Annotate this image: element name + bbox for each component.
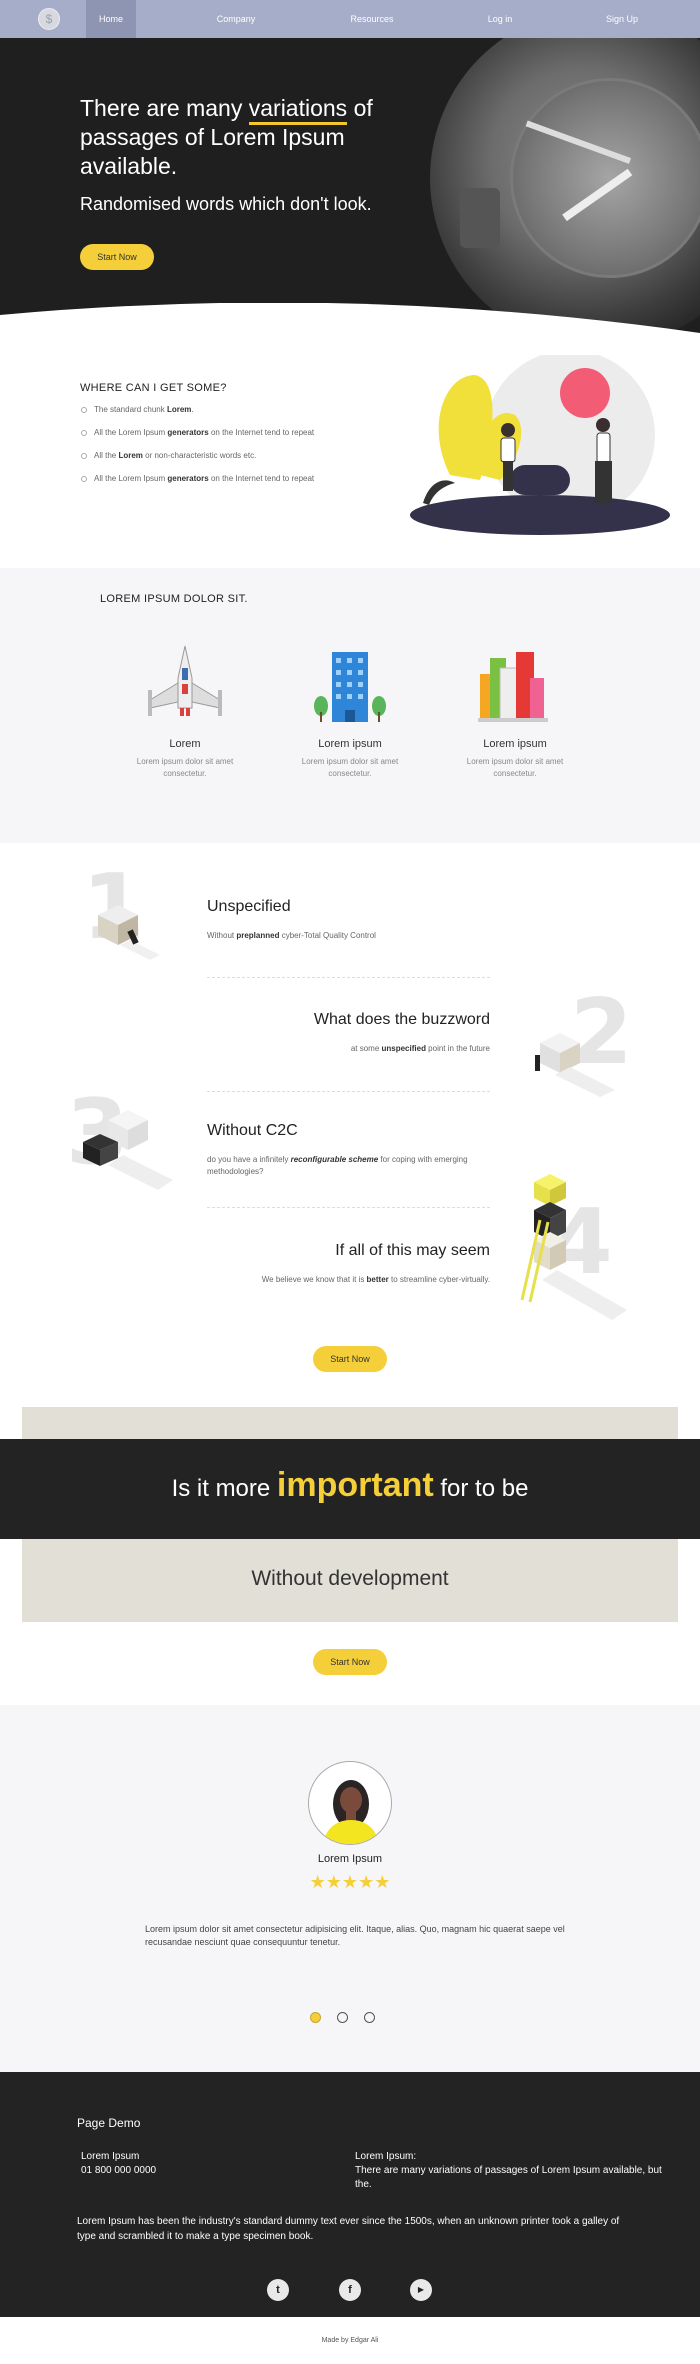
divider bbox=[207, 1091, 490, 1092]
footer-info: Lorem Ipsum: There are many variations o… bbox=[355, 2151, 662, 2190]
step-desc: Without preplanned cyber-Total Quality C… bbox=[207, 931, 376, 940]
footer: Page Demo Lorem Ipsum 01 800 000 0000 Lo… bbox=[0, 2072, 700, 2317]
features-heading: LOREM IPSUM DOLOR SIT. bbox=[100, 593, 248, 605]
banner-dark: Is it more important for to be bbox=[0, 1439, 700, 1539]
steps-start-button[interactable]: Start Now bbox=[313, 1346, 387, 1372]
feature-card: Lorem ipsum Lorem ipsum dolor sit amet c… bbox=[450, 638, 580, 780]
nav-login[interactable]: Log in bbox=[470, 0, 530, 38]
hero-title-highlight: variations bbox=[248, 95, 348, 125]
list-item: All the Lorem Ipsum generators on the In… bbox=[80, 428, 314, 451]
box-push-illustration bbox=[98, 905, 160, 960]
step-desc: We believe we know that it is better to … bbox=[261, 1275, 490, 1284]
testimonial-section: Lorem Ipsum ★★★★★ Lorem ipsum dolor sit … bbox=[0, 1705, 700, 2072]
step-title: What does the buzzword bbox=[313, 1011, 490, 1028]
banner-light: Without development bbox=[22, 1539, 678, 1622]
reviewer-name: Lorem Ipsum bbox=[317, 1853, 383, 1865]
step-desc: at some unspecified point in the future bbox=[350, 1044, 490, 1053]
carousel-dot-3[interactable] bbox=[364, 2012, 375, 2023]
facebook-icon[interactable]: f bbox=[339, 2279, 361, 2301]
nav-resources[interactable]: Resources bbox=[342, 0, 402, 38]
nav-home[interactable]: Home bbox=[86, 0, 136, 38]
step-3: Without C2C do you have a infinitely rec… bbox=[207, 1122, 497, 1178]
list-item: The standard chunk Lorem. bbox=[80, 405, 314, 428]
ladder-illustration bbox=[520, 1174, 627, 1320]
step-1: Unspecified Without preplanned cyber-Tot… bbox=[207, 898, 376, 942]
step-desc: do you have a infinitely reconfigurable … bbox=[207, 1155, 468, 1176]
step-title: If all of this may seem bbox=[335, 1242, 490, 1259]
building-icon bbox=[314, 652, 386, 722]
carousel-dot-1[interactable] bbox=[310, 2012, 321, 2023]
hero-curve bbox=[0, 303, 700, 343]
nav-signup[interactable]: Sign Up bbox=[592, 0, 652, 38]
city-icon bbox=[478, 652, 548, 722]
footer-contact: Lorem Ipsum 01 800 000 0000 bbox=[81, 2151, 157, 2176]
step-title: Without C2C bbox=[207, 1122, 298, 1139]
step-title: Unspecified bbox=[207, 898, 291, 915]
hero-title: There are many variations of passages of… bbox=[80, 95, 373, 179]
banner-subtitle: Without development bbox=[251, 1567, 449, 1590]
person-avatar-icon bbox=[323, 1780, 379, 1844]
spaceship-icon bbox=[148, 645, 222, 716]
carousel-dots bbox=[310, 2012, 375, 2023]
where-heading: WHERE CAN I GET SOME? bbox=[80, 382, 227, 394]
avatar bbox=[308, 1761, 392, 1845]
list-item: All the Lorem or non-characteristic word… bbox=[80, 451, 314, 474]
carousel-dot-2[interactable] bbox=[337, 2012, 348, 2023]
feature-card: Lorem ipsum Lorem ipsum dolor sit amet c… bbox=[285, 638, 415, 780]
feature-title: Lorem ipsum bbox=[483, 738, 547, 750]
people-illustration bbox=[410, 355, 670, 535]
box-lift-illustration bbox=[83, 1110, 173, 1190]
footer-title: Page Demo bbox=[77, 2116, 141, 2130]
watch-dial bbox=[510, 78, 700, 278]
star-rating-icon: ★★★★★ bbox=[309, 1872, 391, 1892]
banner-title: Is it more important for to be bbox=[171, 1466, 529, 1504]
feature-title: Lorem bbox=[169, 738, 201, 750]
twitter-icon[interactable]: t bbox=[267, 2279, 289, 2301]
box-stand-illustration bbox=[535, 1033, 615, 1097]
step-4: If all of this may seem We believe we kn… bbox=[207, 1242, 490, 1286]
made-by: Made by Edgar Ali bbox=[0, 2317, 700, 2364]
divider bbox=[207, 977, 490, 978]
feature-card: Lorem Lorem ipsum dolor sit amet consect… bbox=[120, 638, 250, 780]
banner-highlight: important bbox=[276, 1466, 434, 1504]
hero-section: There are many variations of passages of… bbox=[0, 38, 700, 343]
hero-start-button[interactable]: Start Now bbox=[80, 244, 154, 270]
list-item: All the Lorem Ipsum generators on the In… bbox=[80, 474, 314, 497]
features-section: LOREM IPSUM DOLOR SIT. Lorem Lorem ipsum… bbox=[0, 568, 700, 843]
step-2: What does the buzzword at some unspecifi… bbox=[207, 1011, 490, 1055]
banner-top-strip bbox=[22, 1407, 678, 1439]
nav-company[interactable]: Company bbox=[206, 0, 266, 38]
hero-subtitle: Randomised words which don't look. bbox=[80, 194, 372, 214]
testimonial-quote: Lorem ipsum dolor sit amet consectetur a… bbox=[145, 1924, 565, 1947]
divider bbox=[207, 1207, 490, 1208]
feature-desc: Lorem ipsum dolor sit amet consectetur. bbox=[466, 757, 564, 778]
footer-paragraph: Lorem Ipsum has been the industry's stan… bbox=[77, 2216, 620, 2242]
feature-desc: Lorem ipsum dolor sit amet consectetur. bbox=[136, 757, 234, 778]
where-list: The standard chunk Lorem. All the Lorem … bbox=[80, 405, 314, 497]
youtube-icon[interactable]: ▶ bbox=[410, 2279, 432, 2301]
banner-start-button[interactable]: Start Now bbox=[313, 1649, 387, 1675]
feature-title: Lorem ipsum bbox=[318, 738, 382, 750]
top-nav: $ Home Company Resources Log in Sign Up bbox=[0, 0, 700, 38]
feature-desc: Lorem ipsum dolor sit amet consectetur. bbox=[301, 757, 399, 778]
logo-icon[interactable]: $ bbox=[38, 8, 60, 30]
watch-crown bbox=[460, 188, 500, 248]
